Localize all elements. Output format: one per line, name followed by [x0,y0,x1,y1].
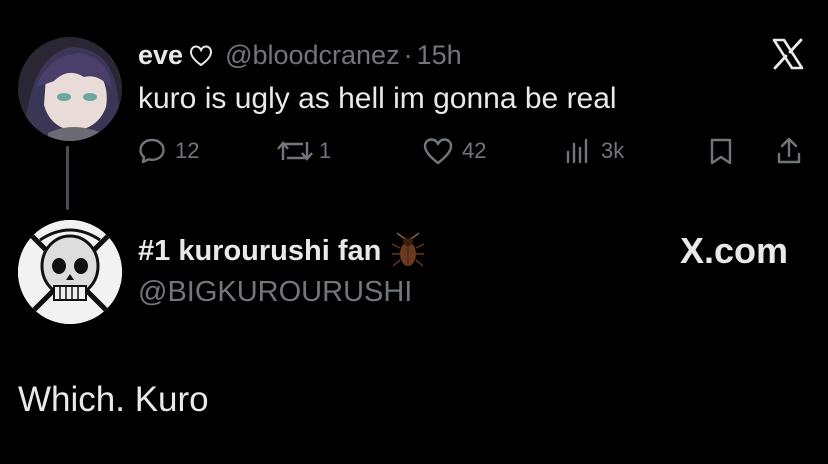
bookmark-icon [710,138,732,165]
author-display-name[interactable]: eve [138,40,183,71]
view-count: 3k [601,138,625,163]
reply-author-display-name[interactable]: #1 kurourushi fan [138,235,381,268]
like-count: 42 [462,138,487,163]
bookmark-button[interactable] [707,136,735,166]
share-button[interactable] [775,136,803,166]
x-com-link[interactable]: X.com [680,230,788,272]
reply-author-handle[interactable]: @BIGKUROURUSHI [138,276,412,309]
reply-button[interactable]: 12 [137,136,199,166]
repost-arrows-icon [277,141,313,161]
views-button[interactable]: 3k [565,136,624,166]
speech-bubble-icon [139,138,165,164]
avatar-skull-image [18,220,122,324]
reply-count: 12 [175,138,200,163]
reply-text: Which. Kuro [18,380,209,419]
heart-outline-emoji-icon [189,43,213,69]
tweet-time[interactable]: 15h [417,40,462,71]
reply-author-name-row: #1 kurourushi fan [138,232,425,270]
tweet-text: kuro is ugly as hell im gonna be real [138,82,617,115]
thread-connector-line [66,146,69,210]
bar-chart-icon [566,138,588,164]
tweet-header: eve @bloodcranez · 15h [138,40,462,71]
like-button[interactable]: 42 [422,136,486,166]
x-logo-icon [770,36,806,72]
separator-dot: · [403,40,413,70]
share-upload-icon [777,137,801,164]
avatar-eve[interactable] [18,37,122,141]
repost-count: 1 [319,138,332,163]
repost-button[interactable]: 1 [275,136,331,166]
cockroach-emoji-icon [391,232,425,270]
avatar-bigkurourushi[interactable] [18,220,122,324]
avatar-eve-image [18,37,122,141]
heart-icon [423,138,453,165]
author-handle[interactable]: @bloodcranez [225,40,400,71]
